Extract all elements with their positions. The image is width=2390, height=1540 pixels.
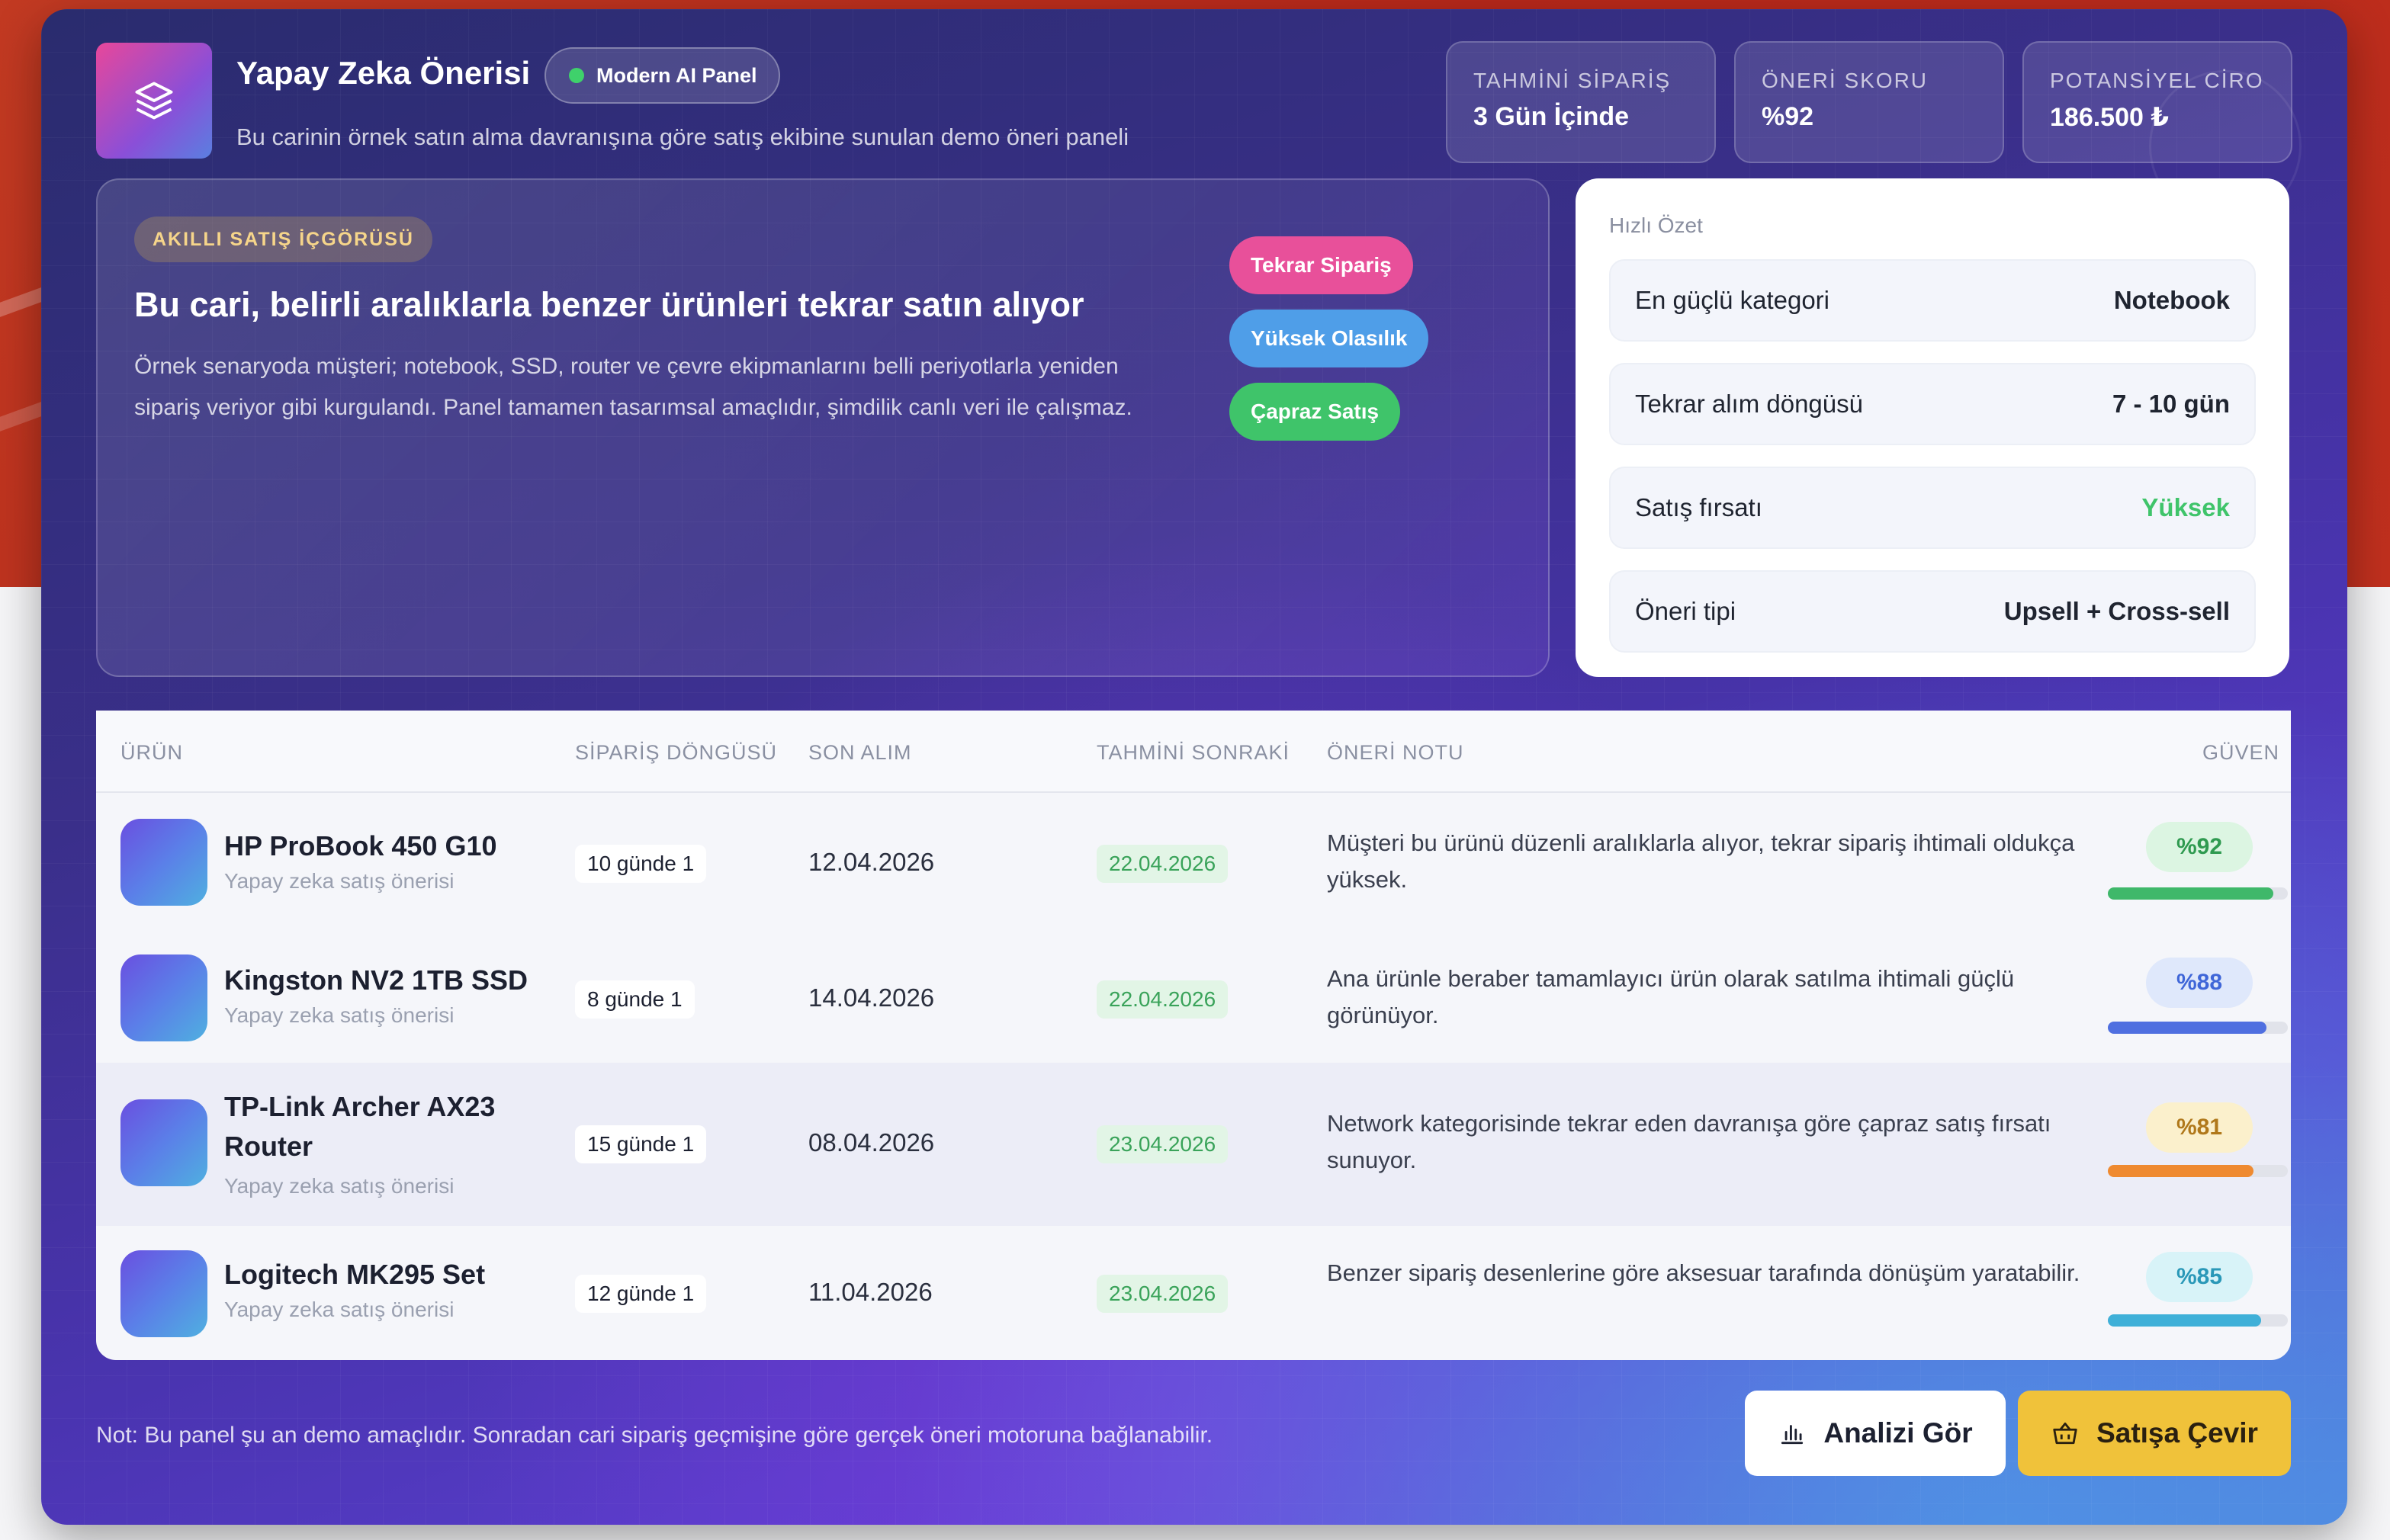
insight-chip: AKILLI SATIŞ İÇGÖRÜSÜ [134, 217, 432, 262]
product-subtitle: Yapay zeka satış önerisi [224, 869, 455, 893]
product-name: TP-Link Archer AX23 Router [224, 1091, 496, 1162]
status-badge: Modern AI Panel [544, 47, 780, 104]
summary-key: Öneri tipi [1635, 597, 1736, 625]
summary-value: Upsell + Cross-sell [2003, 597, 2230, 625]
last-purchase: 11.04.2026 [808, 1278, 933, 1306]
order-cycle: 10 günde 1 [575, 845, 707, 883]
next-estimate: 22.04.2026 [1097, 980, 1229, 1019]
insight-card: AKILLI SATIŞ İÇGÖRÜSÜ Bu cari, belirli a… [96, 178, 1550, 677]
confidence-badge: %85 [2146, 1252, 2253, 1302]
recommendation-note: Network kategorisinde tekrar eden davran… [1327, 1110, 2051, 1173]
confidence-bar-fill [2108, 1022, 2266, 1034]
confidence-bar-fill [2108, 887, 2274, 900]
insight-title: Bu cari, belirli aralıklarla benzer ürün… [134, 285, 1084, 324]
insight-description: Örnek senaryoda müşteri; notebook, SSD, … [134, 354, 1132, 420]
order-cycle: 12 günde 1 [575, 1275, 707, 1313]
convert-to-sale-button[interactable]: Satışa Çevir [2018, 1391, 2291, 1476]
product-name: Kingston NV2 1TB SSD [224, 964, 528, 996]
confidence-bar [2108, 1314, 2288, 1327]
product-icon [120, 819, 207, 906]
quick-summary-card: Hızlı Özet En güçlü kategori Notebook Te… [1576, 178, 2289, 677]
last-purchase: 08.04.2026 [808, 1128, 935, 1157]
recommendation-note: Müşteri bu ürünü düzenli aralıklarla alı… [1327, 829, 2075, 893]
confidence-bar [2108, 1022, 2288, 1034]
page-title: Yapay Zeka Önerisi [236, 55, 531, 91]
column-header-last: SON ALIM [808, 741, 912, 764]
column-header-cycle: SİPARİŞ DÖNGÜSÜ [575, 741, 778, 764]
summary-row: Satış fırsatı Yüksek [1609, 467, 2256, 549]
product-subtitle: Yapay zeka satış önerisi [224, 1298, 455, 1321]
product-icon [120, 954, 207, 1041]
summary-key: En güçlü kategori [1635, 286, 1829, 314]
confidence-bar [2108, 1165, 2288, 1177]
summary-key: Satış fırsatı [1635, 493, 1762, 521]
tag-high-probability[interactable]: Yüksek Olasılık [1229, 310, 1429, 367]
summary-value: Notebook [2113, 286, 2230, 314]
column-header-confidence: GÜVEN [2202, 741, 2280, 764]
product-name: HP ProBook 450 G10 [224, 830, 497, 861]
column-header-product: ÜRÜN [120, 741, 183, 764]
product-name: Logitech MK295 Set [224, 1259, 486, 1290]
next-estimate: 22.04.2026 [1097, 845, 1229, 883]
summary-row: Öneri tipi Upsell + Cross-sell [1609, 570, 2256, 653]
table-header: ÜRÜN SİPARİŞ DÖNGÜSÜ SON ALIM TAHMİNİ SO… [96, 711, 2291, 793]
confidence-bar [2108, 887, 2288, 900]
column-header-next: TAHMİNİ SONRAKİ [1097, 741, 1290, 764]
product-icon [120, 1099, 207, 1186]
summary-row: Tekrar alım döngüsü 7 - 10 gün [1609, 363, 2256, 445]
layers-icon [96, 43, 212, 159]
convert-to-sale-label: Satışa Çevir [2096, 1417, 2258, 1449]
confidence-badge: %88 [2146, 958, 2253, 1008]
summary-key: Tekrar alım döngüsü [1635, 390, 1863, 418]
summary-value: Yüksek [2141, 493, 2230, 521]
page-subtitle: Bu carinin örnek satın alma davranışına … [236, 124, 1129, 150]
recommendation-table: ÜRÜN SİPARİŞ DÖNGÜSÜ SON ALIM TAHMİNİ SO… [96, 711, 2291, 1360]
view-analysis-label: Analizi Gör [1823, 1417, 1973, 1449]
basket-icon [2053, 1422, 2077, 1445]
order-cycle: 15 günde 1 [575, 1125, 707, 1163]
stat-potential-revenue: POTANSİYEL CİRO 186.500 ₺ [2022, 41, 2292, 163]
product-icon [120, 1250, 207, 1337]
confidence-bar-fill [2108, 1165, 2254, 1177]
recommendation-note: Benzer sipariş desenlerine göre aksesuar… [1327, 1259, 2080, 1286]
last-purchase: 14.04.2026 [808, 983, 935, 1012]
confidence-badge: %92 [2146, 822, 2253, 872]
status-dot-icon [569, 68, 584, 83]
status-badge-label: Modern AI Panel [596, 63, 757, 87]
stat-label: ÖNERİ SKORU [1762, 69, 1929, 92]
summary-row: En güçlü kategori Notebook [1609, 259, 2256, 342]
summary-value: 7 - 10 gün [2112, 390, 2230, 418]
ai-recommendation-panel: Yapay Zeka Önerisi Modern AI Panel Bu ca… [41, 9, 2347, 1525]
confidence-badge: %81 [2146, 1102, 2253, 1153]
view-analysis-button[interactable]: Analizi Gör [1745, 1391, 2006, 1476]
table-row[interactable]: HP ProBook 450 G10 Yapay zeka satış öner… [96, 794, 2291, 929]
stat-estimated-order: TAHMİNİ SİPARİŞ 3 Gün İçinde [1446, 41, 1716, 163]
next-estimate: 23.04.2026 [1097, 1125, 1229, 1163]
tag-cross-sell[interactable]: Çapraz Satış [1229, 383, 1401, 441]
product-subtitle: Yapay zeka satış önerisi [224, 1003, 455, 1027]
summary-label: Hızlı Özet [1609, 213, 1703, 237]
table-row[interactable]: Kingston NV2 1TB SSD Yapay zeka satış ön… [96, 929, 2291, 1063]
stat-label: POTANSİYEL CİRO [2050, 69, 2264, 92]
recommendation-note: Ana ürünle beraber tamamlayıcı ürün olar… [1327, 965, 2015, 1028]
stat-value: 3 Gün İçinde [1473, 102, 1630, 131]
footer-note: Not: Bu panel şu an demo amaçlıdır. Sonr… [96, 1423, 1213, 1448]
last-purchase: 12.04.2026 [808, 848, 935, 876]
stat-value: 186.500 ₺ [2050, 103, 2170, 132]
tag-repeat-order[interactable]: Tekrar Sipariş [1229, 236, 1413, 294]
confidence-bar-fill [2108, 1314, 2261, 1327]
column-header-note: ÖNERİ NOTU [1327, 741, 1464, 764]
bar-chart-icon [1781, 1425, 1804, 1445]
table-row[interactable]: Logitech MK295 Set Yapay zeka satış öner… [96, 1226, 2291, 1360]
order-cycle: 8 günde 1 [575, 980, 695, 1019]
table-row[interactable]: TP-Link Archer AX23 Router Yapay zeka sa… [96, 1063, 2291, 1226]
stat-label: TAHMİNİ SİPARİŞ [1473, 69, 1672, 92]
stat-value: %92 [1762, 102, 1814, 131]
product-subtitle: Yapay zeka satış önerisi [224, 1174, 455, 1198]
stat-recommendation-score: ÖNERİ SKORU %92 [1734, 41, 2004, 163]
next-estimate: 23.04.2026 [1097, 1275, 1229, 1313]
